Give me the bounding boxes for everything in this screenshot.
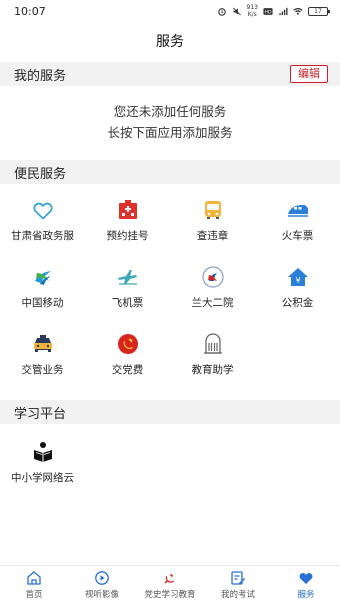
tab-media[interactable]: 视听影像 [68, 566, 136, 604]
china-mobile-icon [34, 271, 51, 285]
service-gansu-gov[interactable]: 甘肃省政务服 [0, 190, 85, 257]
service-label: 火车票 [281, 230, 314, 242]
service-label: 交管业务 [21, 364, 64, 376]
mute-icon [232, 7, 241, 15]
battery-level: 17 [314, 7, 322, 15]
service-train-ticket[interactable]: 火车票 [255, 190, 340, 257]
train-icon [287, 205, 308, 217]
party-emblem-icon [164, 574, 174, 584]
service-label: 甘肃省政务服 [11, 230, 74, 242]
service-k12-cloud[interactable]: 中小学网络云 [0, 432, 85, 499]
svg-text:HD: HD [265, 9, 272, 15]
service-flight-ticket[interactable]: 飞机票 [85, 257, 170, 324]
service-label: 兰大二院 [191, 297, 234, 309]
service-label: 预约挂号 [106, 230, 149, 242]
tab-label: 首页 [25, 590, 43, 600]
section-title-public-services: 便民服务 [14, 166, 67, 182]
section-title-study-platform: 学习平台 [14, 406, 67, 422]
tab-party-history[interactable]: 党史学习教育 [136, 566, 204, 604]
svg-text:¥: ¥ [295, 276, 300, 285]
service-label: 交党费 [111, 364, 144, 376]
edit-button[interactable]: 编辑 [290, 65, 328, 83]
heart-outline-icon [32, 202, 53, 220]
tab-home[interactable]: 首页 [0, 566, 68, 604]
tab-label: 我的考试 [220, 590, 255, 600]
tab-services[interactable]: 服务 [272, 566, 340, 604]
service-party-fee[interactable]: 交党费 [85, 324, 170, 391]
network-speed: 913 K/s [246, 4, 258, 18]
section-public-services: 便民服务 [0, 160, 340, 184]
hospital-logo-icon [201, 266, 224, 288]
tab-my-exams[interactable]: 我的考试 [204, 566, 272, 604]
my-services-empty-message: 您还未添加任何服务 长按下面应用添加服务 [0, 101, 340, 143]
service-label: 查违章 [196, 230, 229, 242]
status-icons: 913 K/s HD 17 [217, 4, 330, 18]
service-traffic-mgmt[interactable]: 交管业务 [0, 324, 85, 391]
empty-line-1: 您还未添加任何服务 [113, 104, 227, 119]
service-label: 中小学网络云 [11, 472, 74, 484]
section-my-services: 我的服务 编辑 [0, 62, 340, 86]
wifi-icon [293, 7, 303, 15]
service-lanzhou-hospital[interactable]: 兰大二院 [170, 257, 255, 324]
tab-label: 视听影像 [84, 590, 119, 600]
service-label: 飞机票 [111, 297, 144, 309]
signal-icon [279, 7, 288, 15]
service-label: 中国移动 [21, 297, 64, 309]
tab-label: 党史学习教育 [144, 590, 196, 600]
study-platform-grid: 中小学网络云 [0, 432, 340, 499]
heart-icon [299, 573, 313, 584]
party-emblem-icon [117, 334, 138, 354]
status-bar: 10:07 913 K/s HD 17 [0, 0, 340, 22]
public-services-grid: 甘肃省政务服 预约挂号 查违章 火车票 中国移动 飞机票 兰大二院 ¥ 公积金 … [0, 190, 340, 391]
service-china-mobile[interactable]: 中国移动 [0, 257, 85, 324]
school-building-icon [203, 333, 222, 354]
tab-label: 服务 [297, 590, 315, 600]
page-title: 服务 [156, 34, 184, 50]
service-label: 公积金 [281, 297, 314, 309]
taxi-icon [33, 335, 52, 352]
play-circle-icon [95, 571, 109, 585]
page-title-bar: 服务 [0, 22, 340, 60]
house-fund-icon: ¥ [287, 268, 308, 286]
service-label: 教育助学 [191, 364, 234, 376]
hospital-icon [118, 200, 137, 219]
exam-edit-icon [231, 571, 245, 585]
reading-person-icon [33, 442, 52, 462]
bus-icon [204, 201, 221, 219]
airplane-icon [117, 270, 137, 285]
service-education-aid[interactable]: 教育助学 [170, 324, 255, 391]
status-time: 10:07 [14, 4, 46, 18]
battery-icon: 17 [308, 6, 330, 16]
service-appointment[interactable]: 预约挂号 [85, 190, 170, 257]
home-icon [27, 571, 41, 585]
section-study-platform: 学习平台 [0, 400, 340, 424]
empty-line-2: 长按下面应用添加服务 [107, 125, 233, 140]
hd-signal-icon: HD [263, 7, 273, 15]
bottom-tab-bar: 首页 视听影像 党史学习教育 我的考试 服务 [0, 565, 340, 604]
service-housing-fund[interactable]: ¥ 公积金 [255, 257, 340, 324]
service-violation[interactable]: 查违章 [170, 190, 255, 257]
alarm-icon [217, 7, 226, 16]
section-title-my-services: 我的服务 [14, 68, 67, 84]
